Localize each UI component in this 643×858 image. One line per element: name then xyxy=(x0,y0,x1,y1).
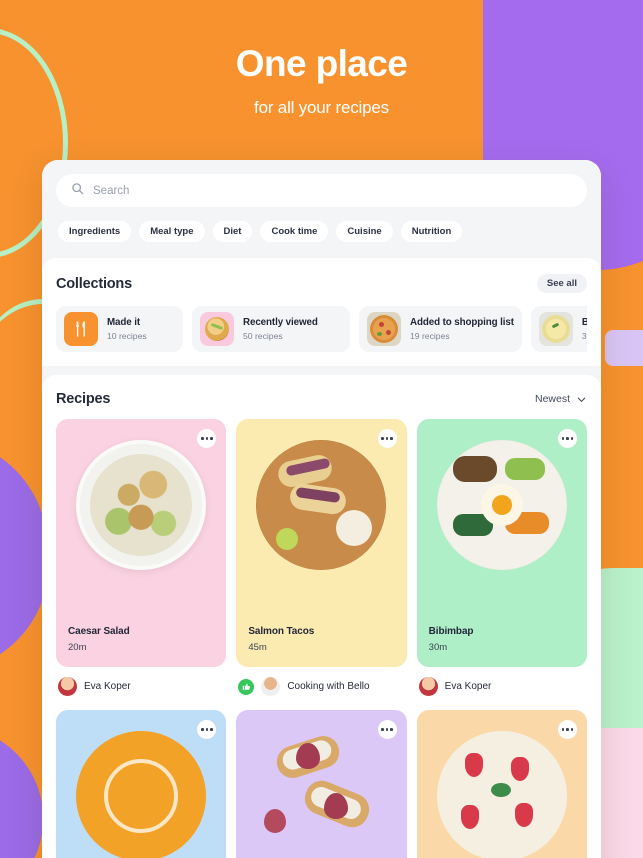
collections-title: Collections xyxy=(56,275,132,292)
recipe-name: Caesar Salad xyxy=(68,626,130,637)
recipe-author[interactable]: Eva Koper xyxy=(417,677,587,696)
recipe-author[interactable]: Eva Koper xyxy=(56,677,226,696)
hero-section: One place for all your recipes xyxy=(0,0,643,118)
recipe-name: Bibimbap xyxy=(428,626,474,637)
recipe-card-bibimbap[interactable]: Bibimbap 30m Eva Koper xyxy=(416,419,587,696)
fig-toast-photo xyxy=(256,731,386,858)
recipe-card-caesar-salad[interactable]: Caesar Salad 20m Eva Koper xyxy=(56,419,227,696)
filter-chip-label: Meal type xyxy=(150,226,194,237)
recipe-time: 45m xyxy=(248,642,267,653)
collection-count: 19 recipes xyxy=(410,331,450,341)
pizza-photo xyxy=(367,312,401,346)
filter-chip-diet[interactable]: Diet xyxy=(212,221,253,242)
collection-item-added-to-shopping-list[interactable]: Added to shopping list 19 recipes xyxy=(359,306,522,352)
search-icon xyxy=(71,182,84,200)
page-subtitle: for all your recipes xyxy=(254,97,389,117)
collection-name: Added to shopping list xyxy=(410,317,514,328)
collection-item-breakfast[interactable]: Breakfast 3 recipes xyxy=(530,306,587,352)
caesar-salad-photo xyxy=(76,440,207,570)
filter-chip-row: Ingredients Meal type Diet Cook time Cui… xyxy=(56,221,587,242)
collections-header: Collections See all xyxy=(56,274,587,293)
recipe-card-salmon-tacos[interactable]: Salmon Tacos 45m Cooking with Bello xyxy=(236,419,407,696)
author-name: Cooking with Bello xyxy=(287,681,370,692)
avatar xyxy=(58,677,77,696)
thumbs-up-badge-icon xyxy=(238,678,255,695)
search-bar[interactable]: Search xyxy=(56,174,587,207)
collection-name: Breakfast xyxy=(581,317,587,328)
search-input-placeholder: Search xyxy=(93,184,130,197)
pumpkin-soup-photo xyxy=(76,731,207,858)
lavender-chip-right xyxy=(605,330,643,366)
recipe-card-fig-toast[interactable] xyxy=(236,710,407,858)
avatar xyxy=(418,677,438,696)
collection-name: Recently viewed xyxy=(243,317,318,328)
collection-count: 3 recipes xyxy=(581,331,587,341)
strawberry-porridge-photo xyxy=(436,731,567,858)
collection-count: 10 recipes xyxy=(107,331,147,341)
bibimbap-photo xyxy=(436,440,567,570)
filter-chip-ingredients[interactable]: Ingredients xyxy=(58,221,132,242)
recipe-card-meta: Salmon Tacos 45m xyxy=(236,626,406,667)
chevron-down-icon xyxy=(576,394,587,405)
recipe-card-body[interactable] xyxy=(56,710,227,858)
recipe-card-body[interactable]: Caesar Salad 20m xyxy=(56,419,227,667)
recipe-author[interactable]: Cooking with Bello xyxy=(236,677,406,696)
page-title: One place xyxy=(235,43,408,84)
filter-chip-label: Cook time xyxy=(271,226,318,237)
recipe-card-meta: Caesar Salad 20m xyxy=(56,626,226,667)
filter-chip-cuisine[interactable]: Cuisine xyxy=(336,221,393,242)
filter-chip-label: Cuisine xyxy=(347,226,382,237)
recipes-grid-row-1: Caesar Salad 20m Eva Koper Salmon Tacos … xyxy=(56,419,587,696)
collections-section: Collections See all Made it 10 recipes R… xyxy=(42,258,601,366)
recipe-card-meta: Bibimbap 30m xyxy=(417,626,587,667)
collection-item-recently-viewed[interactable]: Recently viewed 50 recipes xyxy=(192,306,350,352)
recipe-card-body[interactable]: Salmon Tacos 45m xyxy=(236,419,407,667)
filter-chip-nutrition[interactable]: Nutrition xyxy=(400,221,463,242)
sort-label: Newest xyxy=(534,393,570,405)
filter-chip-meal-type[interactable]: Meal type xyxy=(139,221,205,242)
recipe-time: 30m xyxy=(428,642,448,653)
see-all-label: See all xyxy=(546,278,577,289)
recipes-title: Recipes xyxy=(56,391,111,407)
filter-chip-label: Nutrition xyxy=(411,226,452,237)
filter-chip-cook-time[interactable]: Cook time xyxy=(260,221,329,242)
collection-name: Made it xyxy=(107,317,141,328)
avatar xyxy=(261,677,281,696)
recipe-time: 20m xyxy=(68,642,87,653)
pasta-photo xyxy=(200,312,234,346)
collections-list: Made it 10 recipes Recently viewed 50 re… xyxy=(56,306,587,352)
recipe-card-body[interactable] xyxy=(416,710,587,858)
fork-knife-icon xyxy=(64,312,98,346)
recipe-card-body[interactable] xyxy=(236,710,407,858)
collection-item-made-it[interactable]: Made it 10 recipes xyxy=(56,306,183,352)
collection-count: 50 recipes xyxy=(243,331,283,341)
search-section: Search Ingredients Meal type Diet Cook t… xyxy=(42,160,601,258)
recipe-name: Salmon Tacos xyxy=(248,626,315,637)
recipe-card-body[interactable]: Bibimbap 30m xyxy=(416,419,587,667)
recipes-section: Recipes Newest Caesar Salad 20m Eva Kope… xyxy=(42,375,601,858)
salmon-tacos-photo xyxy=(256,440,387,570)
recipe-card-pumpkin-soup[interactable] xyxy=(56,710,227,858)
filter-chip-label: Diet xyxy=(223,226,242,237)
app-panel: Search Ingredients Meal type Diet Cook t… xyxy=(42,160,601,858)
eggs-photo xyxy=(538,312,573,346)
author-name: Eva Koper xyxy=(84,681,131,692)
recipe-card-strawberry-bowl[interactable] xyxy=(416,710,587,858)
filter-chip-label: Ingredients xyxy=(69,226,121,237)
author-name: Eva Koper xyxy=(444,681,492,692)
sort-dropdown[interactable]: Newest xyxy=(535,393,587,405)
recipes-header: Recipes Newest xyxy=(56,391,587,407)
recipes-grid-row-2 xyxy=(56,710,587,858)
see-all-button[interactable]: See all xyxy=(536,274,587,293)
